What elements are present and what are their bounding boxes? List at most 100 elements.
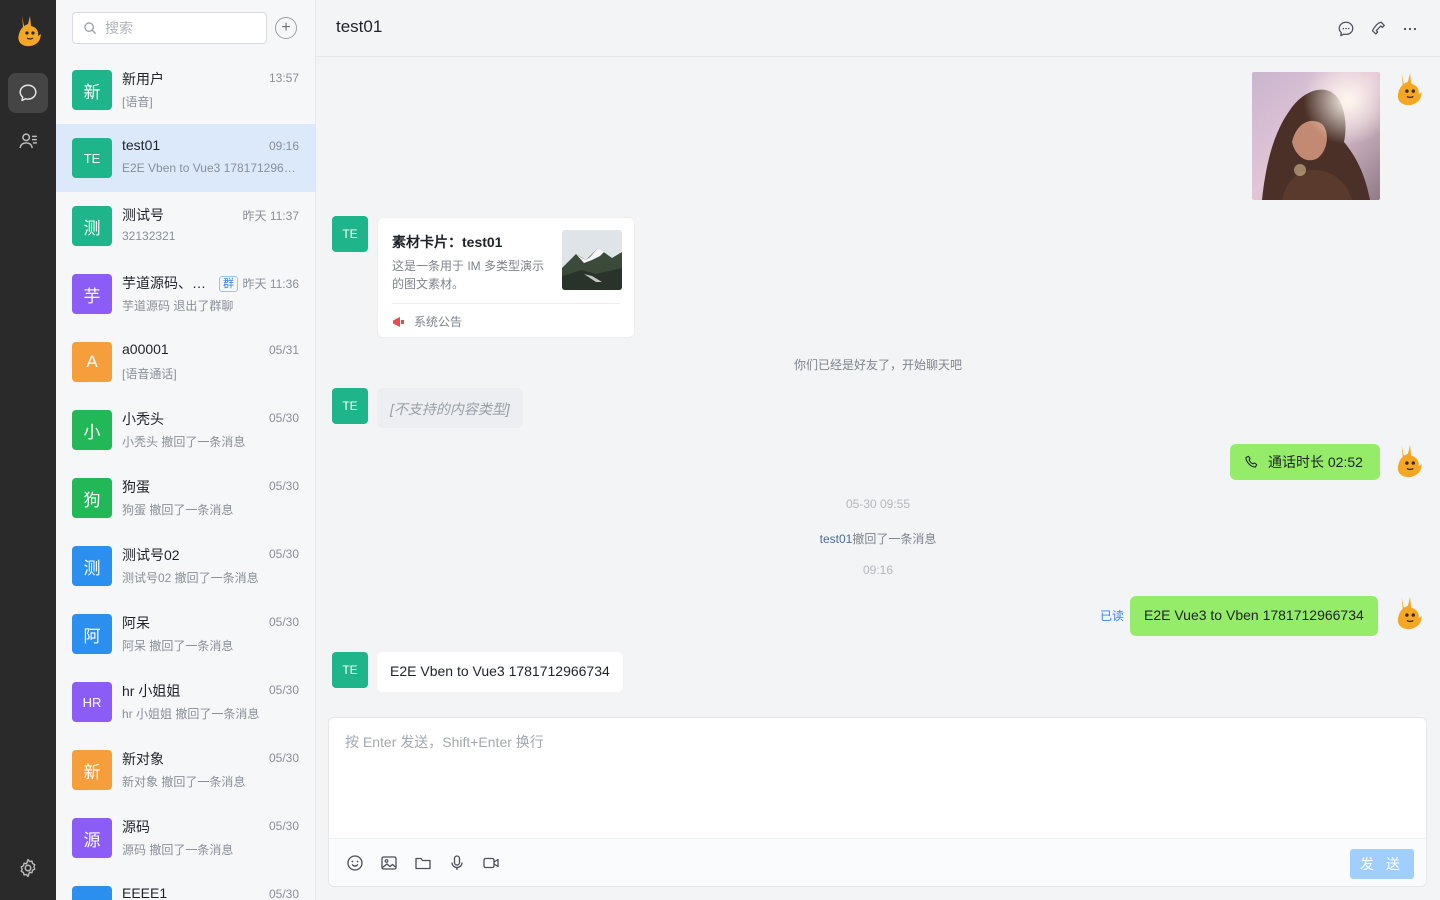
settings-button[interactable] (8, 848, 48, 888)
conversation-name: hr 小姐姐 (122, 683, 181, 699)
sent-image-message[interactable] (1252, 72, 1380, 200)
my-avatar[interactable] (1392, 71, 1424, 107)
conversation-time: 昨天 11:37 (242, 209, 299, 223)
search-row: + (72, 12, 300, 44)
folder-icon (415, 857, 431, 870)
photo-image (1252, 72, 1380, 200)
conversation-time: 昨天 11:36 (242, 277, 299, 291)
search-input[interactable] (105, 20, 255, 36)
conversation-name: 芋道源码、测试号 (122, 275, 210, 291)
conversation-avatar: 测 (72, 206, 112, 246)
search-icon (84, 22, 96, 34)
conversation-name: 源码 (122, 819, 150, 835)
conversation-name: 测试号 (122, 207, 164, 223)
nav-chat-button[interactable] (8, 73, 48, 113)
recall-text: 撤回了一条消息 (852, 532, 937, 546)
conversation-item[interactable]: 芋 芋道源码、测试号 群 昨天 11:36 芋道源码 退出了群聊 (56, 260, 315, 328)
conversation-item[interactable]: 源 源码 05/30 源码 撤回了一条消息 (56, 804, 315, 872)
peer-avatar[interactable]: TE (332, 652, 368, 688)
conversation-avatar: HR (72, 682, 112, 722)
call-record-message[interactable]: 通话时长 02:52 (1230, 444, 1380, 480)
conversation-item[interactable]: 狗 狗蛋 05/30 狗蛋 撤回了一条消息 (56, 464, 315, 532)
conversation-name: 新用户 (122, 71, 164, 87)
card-footer: 系统公告 (392, 313, 462, 330)
conversation-last-message: 32132321 (122, 229, 176, 243)
image-icon (381, 856, 397, 870)
conversation-item[interactable]: 阿 阿呆 05/30 阿呆 撤回了一条消息 (56, 600, 315, 668)
conversation-item[interactable]: 新 新对象 05/30 新对象 撤回了一条消息 (56, 736, 315, 804)
conversation-last-message: [语音通话] (122, 367, 177, 381)
unsupported-message[interactable]: [不支持的内容类型] (377, 388, 523, 428)
received-text-message[interactable]: E2E Vben to Vue3 1781712966734 (377, 652, 623, 692)
conversation-time: 05/30 (268, 615, 299, 629)
conversation-avatar: TE (72, 138, 112, 178)
send-button[interactable]: 发 送 (1350, 849, 1414, 879)
chat-history-button[interactable] (1335, 18, 1357, 40)
search-box[interactable] (72, 12, 267, 44)
conversation-time: 05/30 (268, 547, 299, 561)
conversation-avatar: 狗 (72, 478, 112, 518)
conversation-avatar: 新 (72, 750, 112, 790)
card-description: 这是一条用于 IM 多类型演示的图文素材。 (392, 259, 544, 291)
chat-bubble-icon (19, 84, 37, 102)
card-thumbnail (562, 230, 622, 290)
microphone-icon (451, 855, 463, 870)
phone-icon (1371, 21, 1385, 35)
more-options-button[interactable] (1399, 18, 1421, 40)
conversation-time: 05/30 (268, 751, 299, 765)
file-button[interactable] (413, 853, 433, 873)
conversation-last-message: hr 小姐姐 撤回了一条消息 (122, 707, 260, 721)
emoji-button[interactable] (345, 853, 365, 873)
sent-text-message[interactable]: E2E Vue3 to Vben 1781712966734 (1130, 596, 1378, 636)
nav-contacts-button[interactable] (8, 121, 48, 161)
conversation-panel: + 新 新用户 13:57 [语音] TE test01 09:16 E2E V… (56, 0, 316, 900)
add-conversation-button[interactable]: + (275, 17, 297, 39)
image-button[interactable] (379, 853, 399, 873)
conversation-name: EEEE1 (122, 885, 168, 900)
conversation-item[interactable]: 测 测试号02 05/30 测试号02 撤回了一条消息 (56, 532, 315, 600)
conversation-item[interactable]: HR hr 小姐姐 05/30 hr 小姐姐 撤回了一条消息 (56, 668, 315, 736)
conversation-avatar: 测 (72, 546, 112, 586)
recall-user: test01 (819, 532, 853, 546)
read-status: 已读 (1100, 609, 1125, 623)
conversation-last-message: [语音] (122, 95, 153, 109)
composer-toolbar: 发 送 (329, 838, 1426, 886)
peer-avatar[interactable]: TE (332, 216, 368, 252)
conversation-item[interactable]: A a00001 05/31 [语音通话] (56, 328, 315, 396)
conversation-last-message: E2E Vben to Vue3 1781712966734 (122, 161, 300, 175)
material-card-message[interactable]: 素材卡片：test01 这是一条用于 IM 多类型演示的图文素材。 系统公告 (377, 217, 635, 338)
recall-notice: test01撤回了一条消息 (316, 530, 1440, 547)
conversation-name: 新对象 (122, 751, 164, 767)
my-avatar[interactable] (1392, 443, 1424, 479)
phone-icon (1245, 455, 1258, 468)
timestamp: 09:16 (862, 563, 894, 577)
conversation-item[interactable]: 测 测试号 昨天 11:37 32132321 (56, 192, 315, 260)
conversation-time: 13:57 (268, 71, 299, 85)
call-duration-text: 通话时长 02:52 (1268, 454, 1363, 470)
chat-panel: test01 TE 素材卡片：test01 这是一条用于 IM 多类型演示的图文… (316, 0, 1440, 900)
conversation-time: 05/30 (268, 683, 299, 697)
mascot-avatar-icon (1397, 597, 1422, 630)
conversation-item[interactable]: 小 小秃头 05/30 小秃头 撤回了一条消息 (56, 396, 315, 464)
peer-avatar[interactable]: TE (332, 388, 368, 424)
conversation-time: 05/30 (268, 411, 299, 425)
voice-call-button[interactable] (1367, 18, 1389, 40)
app-logo-icon (14, 14, 42, 48)
conversation-last-message: 狗蛋 撤回了一条消息 (122, 503, 234, 517)
conversation-name: 小秃头 (122, 411, 164, 427)
conversation-last-message: 阿呆 撤回了一条消息 (122, 639, 234, 653)
conversation-item[interactable]: 新 新用户 13:57 [语音] (56, 56, 315, 124)
voice-button[interactable] (447, 853, 467, 873)
my-avatar[interactable] (1392, 595, 1424, 631)
conversation-avatar: 小 (72, 410, 112, 450)
conversation-item-active[interactable]: TE test01 09:16 E2E Vben to Vue3 1781712… (56, 124, 315, 192)
message-input[interactable] (345, 732, 1405, 832)
conversation-last-message: 芋道源码 退出了群聊 (122, 299, 234, 313)
conversation-list: 新 新用户 13:57 [语音] TE test01 09:16 E2E Vbe… (56, 56, 315, 900)
mountain-image (562, 230, 622, 290)
video-button[interactable] (481, 853, 501, 873)
chat-title: test01 (336, 17, 383, 36)
conversation-item[interactable]: EEEE1 05/30 (56, 872, 315, 900)
conversation-time: 05/30 (268, 819, 299, 833)
contacts-icon (19, 133, 37, 149)
